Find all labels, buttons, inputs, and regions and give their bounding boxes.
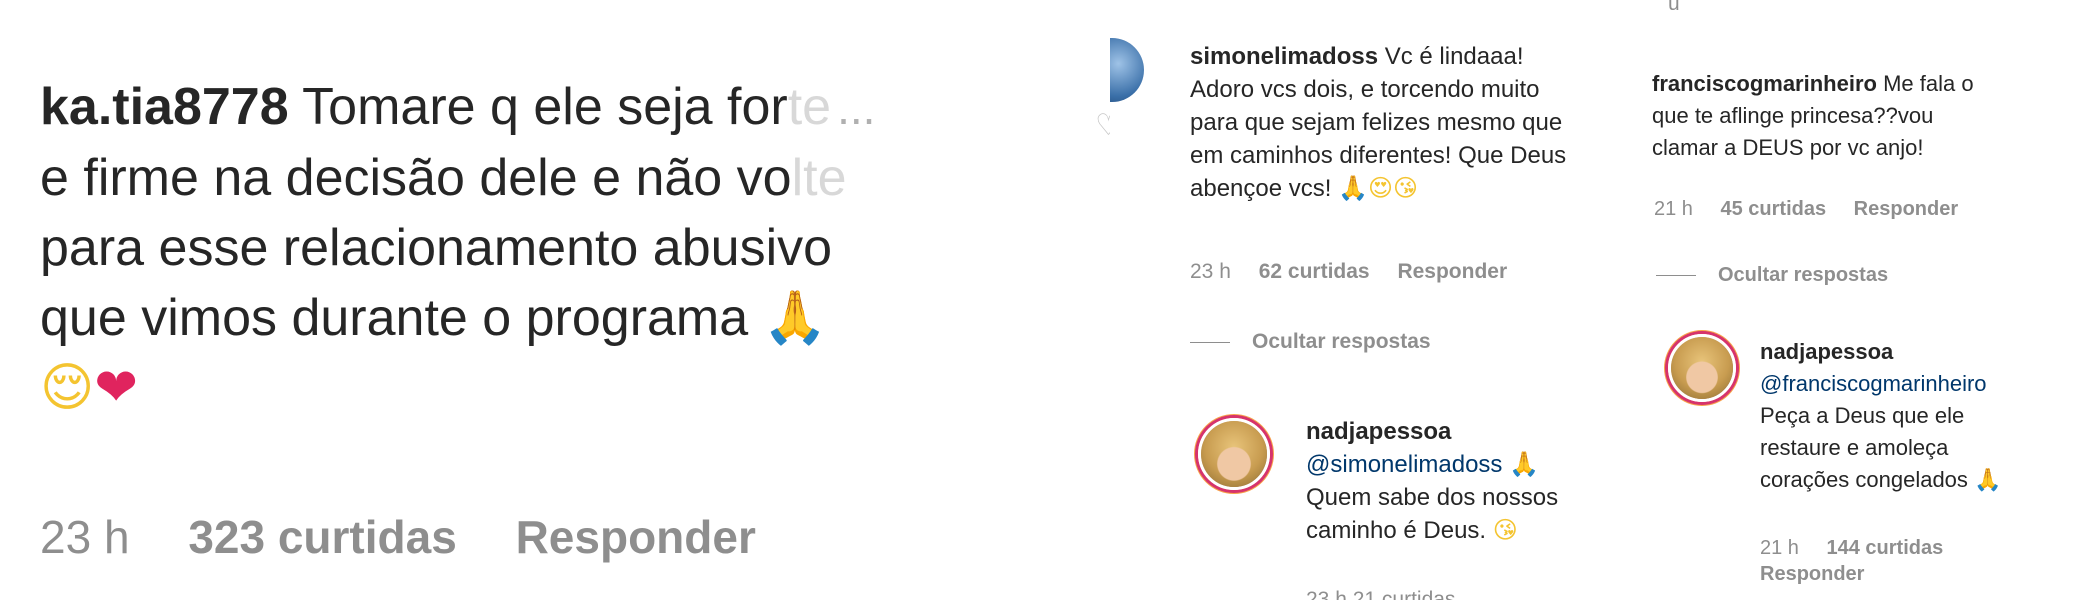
comment-body: simonelimadoss Vc é lindaaa! Adoro vcs d… xyxy=(1190,40,1630,205)
heart-eyes-emoji-icon: 😍 xyxy=(1367,174,1394,202)
comment-text: que vimos durante o programa xyxy=(40,289,749,347)
more-link[interactable]: ... xyxy=(837,82,875,134)
avatar[interactable] xyxy=(1198,418,1270,490)
comment-text-faded: lte xyxy=(791,149,847,207)
folded-hands-emoji-icon: 🙏 xyxy=(1338,174,1368,202)
comment-body: franciscogmarinheiro Me fala o que te af… xyxy=(1652,68,2092,164)
likes-count[interactable]: 144 curtidas xyxy=(1827,537,1944,559)
comment-line-3: para que sejam felizes mesmo que xyxy=(1190,109,1563,136)
likes-count[interactable]: 62 curtidas xyxy=(1259,260,1370,283)
reply-button[interactable]: Responder xyxy=(1760,563,1864,585)
reply-button[interactable]: Responder xyxy=(1397,260,1507,283)
folded-hands-emoji-icon: 🙏 xyxy=(762,288,828,348)
comment-text: abençoe vcs! xyxy=(1190,175,1332,202)
comment-line-5: abençoe vcs! 🙏😍😘 xyxy=(1190,172,1630,205)
likes-count[interactable]: 45 curtidas xyxy=(1721,198,1827,220)
comment-line-5: 😌❤ xyxy=(40,353,1050,423)
comment-text: Vc é lindaaa! xyxy=(1378,43,1524,70)
reply-username[interactable]: nadjapessoa xyxy=(1760,336,2090,368)
comment-line-4: que vimos durante o programa 🙏 xyxy=(40,283,1050,353)
kissing-face-emoji-icon: 😘 xyxy=(1393,174,1419,202)
folded-hands-emoji-icon: 🙏 xyxy=(1509,450,1539,478)
comment-line-1: ka.tia8778 Tomare q ele seja forte... xyxy=(40,72,1050,143)
reply-line-4: corações congelados 🙏 xyxy=(1760,464,2090,497)
comment-line-3: clamar a DEUS por vc anjo! xyxy=(1652,135,1924,160)
screenshot-collage: ka.tia8778 Tomare q ele seja forte... e … xyxy=(0,0,2100,600)
folded-hands-emoji-icon: 🙏 xyxy=(1974,468,2002,493)
comment-thread-panel-1: simonelimadoss Vc é lindaaa! Adoro vcs d… xyxy=(1110,0,1650,600)
hide-replies-button[interactable]: Ocultar respostas xyxy=(1190,330,1431,354)
reply-line-1: @simonelimadoss 🙏 xyxy=(1306,448,1636,481)
comment-meta: 21 h 45 curtidas Responder xyxy=(1654,198,1980,221)
reply-line-3: restaure e amoleça xyxy=(1760,435,1949,460)
like-heart-icon[interactable]: ♡ xyxy=(1095,108,1110,142)
reply-body: nadjapessoa @franciscogmarinheiro Peça a… xyxy=(1760,336,2090,497)
comment-time: 23 h xyxy=(1190,260,1231,283)
comment-line-1: simonelimadoss Vc é lindaaa! xyxy=(1190,40,1630,73)
hide-replies-button[interactable]: Ocultar respostas xyxy=(1656,264,1888,287)
comment-username[interactable]: franciscogmarinheiro xyxy=(1652,71,1877,96)
reply-meta: 21 h 144 curtidas Responder xyxy=(1760,535,2000,587)
reply-text: caminho é Deus. xyxy=(1306,517,1487,544)
reply-username[interactable]: nadjapessoa xyxy=(1306,415,1636,448)
comment-line-3: para esse relacionamento abusivo xyxy=(40,219,833,277)
hide-replies-label: Ocultar respostas xyxy=(1252,330,1431,353)
red-heart-emoji-icon: ❤ xyxy=(94,358,138,418)
comment-time: 21 h xyxy=(1654,198,1693,220)
avatar-image xyxy=(1671,337,1733,399)
comment-line-1: franciscogmarinheiro Me fala o xyxy=(1652,68,2092,100)
reply-line-2: Quem sabe dos nossos xyxy=(1306,484,1559,511)
relieved-face-emoji-icon: 😌 xyxy=(40,358,95,418)
comment-line-2: Adoro vcs dois, e torcendo muito xyxy=(1190,76,1540,103)
avatar[interactable] xyxy=(1110,38,1144,102)
reply-line-3: caminho é Deus. 😘 xyxy=(1306,514,1636,547)
comment-body: ka.tia8778 Tomare q ele seja forte... e … xyxy=(40,72,1050,423)
reply-button[interactable]: Responder xyxy=(516,511,756,563)
divider-line xyxy=(1656,275,1696,277)
comment-meta: 23 h 323 curtidas Responder xyxy=(40,510,802,564)
likes-count[interactable]: 323 curtidas xyxy=(188,511,456,563)
divider-line xyxy=(1190,341,1230,343)
comment-text: Tomare q ele seja for xyxy=(288,78,788,136)
reply-body: nadjapessoa @simonelimadoss 🙏 Quem sabe … xyxy=(1306,415,1636,547)
zoomed-comment-panel: ka.tia8778 Tomare q ele seja forte... e … xyxy=(0,0,1110,600)
comment-text: e firme na decisão dele e não vo xyxy=(40,149,792,207)
reply-time: 21 h xyxy=(1760,537,1799,559)
comment-meta: 23 h 62 curtidas Responder xyxy=(1190,260,1529,284)
reply-line-2: Peça a Deus que ele xyxy=(1760,403,1965,428)
comment-username[interactable]: simonelimadoss xyxy=(1190,43,1378,70)
comment-thread-panel-2: u franciscogmarinheiro Me fala o que te … xyxy=(1650,0,2100,600)
avatar-image xyxy=(1201,421,1267,487)
mention-link[interactable]: @franciscogmarinheiro xyxy=(1760,368,2090,400)
comment-line-2: que te aflinge princesa??vou xyxy=(1652,103,1934,128)
comment-line-4: em caminhos diferentes! Que Deus xyxy=(1190,142,1567,169)
comment-text-faded: te xyxy=(787,78,832,136)
kissing-face-emoji-icon: 😘 xyxy=(1492,516,1518,544)
reply-meta-cut: 23 h 21 curtidas xyxy=(1306,588,1456,600)
comment-username[interactable]: ka.tia8778 xyxy=(40,78,289,136)
comment-line-2: e firme na decisão dele e não volte xyxy=(40,143,1050,213)
mention-link[interactable]: @simonelimadoss xyxy=(1306,451,1502,478)
cut-text-fragment: u xyxy=(1668,0,1680,15)
comment-time: 23 h xyxy=(40,511,130,563)
reply-text: corações congelados xyxy=(1760,467,1968,492)
reply-button[interactable]: Responder xyxy=(1854,198,1958,220)
hide-replies-label: Ocultar respostas xyxy=(1718,264,1889,286)
avatar[interactable] xyxy=(1668,334,1736,402)
comment-text: Me fala o xyxy=(1876,71,1974,96)
